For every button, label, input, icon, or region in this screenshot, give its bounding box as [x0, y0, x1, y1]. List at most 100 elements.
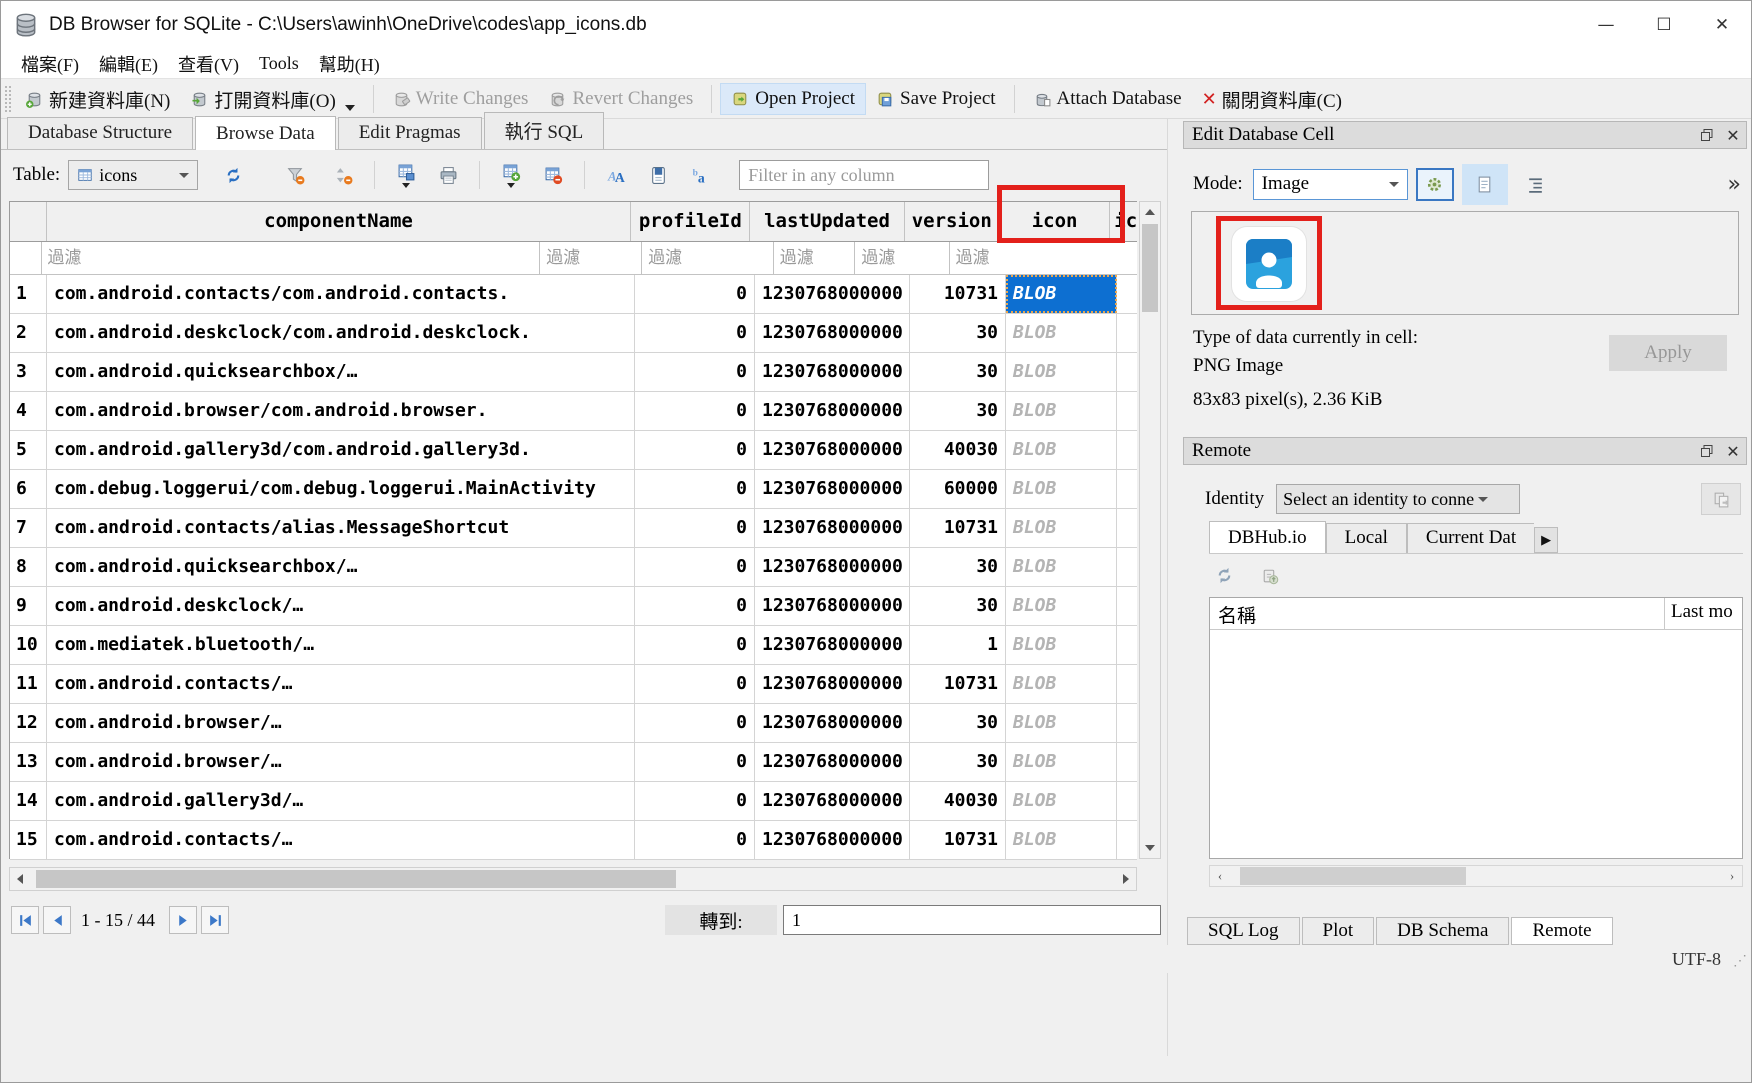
cell-componentname[interactable]: com.mediatek.bluetooth/… — [47, 626, 635, 664]
cell-profileid[interactable]: 0 — [635, 821, 755, 859]
cell-lastupdated[interactable]: 1230768000000 — [755, 665, 910, 703]
cell-lastupdated[interactable]: 1230768000000 — [755, 743, 910, 781]
remote-list-name-header[interactable]: 名稱 — [1210, 598, 1664, 629]
header-corner[interactable] — [10, 202, 47, 241]
cell-version[interactable]: 30 — [910, 548, 1006, 586]
cell-lastupdated[interactable]: 1230768000000 — [755, 509, 910, 547]
tab-execute-sql[interactable]: 執行 SQL — [484, 112, 605, 149]
row-number[interactable]: 14 — [10, 782, 47, 820]
last-page-button[interactable] — [201, 906, 229, 934]
vertical-scroll-thumb[interactable] — [1142, 224, 1158, 312]
filter-input-version[interactable] — [774, 242, 855, 274]
cell-componentname[interactable]: com.android.gallery3d/com.android.galler… — [47, 431, 635, 469]
cell-icon[interactable]: BLOB — [1006, 275, 1117, 313]
goto-page-input[interactable] — [783, 905, 1161, 935]
cell-componentname[interactable]: com.android.quicksearchbox/… — [47, 353, 635, 391]
filter-any-column-input[interactable] — [739, 160, 989, 190]
remote-file-list[interactable]: 名稱 Last mo — [1209, 597, 1743, 859]
cell-lastupdated[interactable]: 1230768000000 — [755, 431, 910, 469]
dock-tab-sql-log[interactable]: SQL Log — [1187, 917, 1300, 945]
resize-grip-icon[interactable]: ⋰ — [1733, 953, 1747, 970]
cell-version[interactable]: 30 — [910, 392, 1006, 430]
cell-version[interactable]: 10731 — [910, 509, 1006, 547]
row-number[interactable]: 7 — [10, 509, 47, 547]
row-number[interactable]: 11 — [10, 665, 47, 703]
mode-select[interactable]: Image — [1253, 169, 1408, 200]
cell-profileid[interactable]: 0 — [635, 743, 755, 781]
cell-lastupdated[interactable]: 1230768000000 — [755, 704, 910, 742]
cell-componentname[interactable]: com.android.deskclock/… — [47, 587, 635, 625]
cell-componentname[interactable]: com.android.contacts/com.android.contact… — [47, 275, 635, 313]
close-database-button[interactable]: ✕ 關閉資料庫(C) — [1192, 82, 1352, 117]
overflow-chevron-icon[interactable]: » — [1728, 172, 1741, 197]
header-icon[interactable]: icon — [1000, 202, 1110, 241]
case-button[interactable]: ba — [681, 158, 719, 192]
upload-database-icon[interactable] — [1260, 566, 1279, 585]
clone-database-button[interactable] — [1701, 483, 1741, 515]
new-database-button[interactable]: 新建資料庫(N) — [15, 82, 180, 117]
cell-lastupdated[interactable]: 1230768000000 — [755, 470, 910, 508]
cell-icon[interactable]: BLOB — [1006, 470, 1117, 508]
cell-componentname[interactable]: com.android.browser/com.android.browser. — [47, 392, 635, 430]
cell-lastupdated[interactable]: 1230768000000 — [755, 275, 910, 313]
cell-componentname[interactable]: com.android.gallery3d/… — [47, 782, 635, 820]
header-lastupdated[interactable]: lastUpdated — [750, 202, 904, 241]
cell-lastupdated[interactable]: 1230768000000 — [755, 782, 910, 820]
tab-scroll-right-button[interactable]: ▶ — [1534, 527, 1558, 553]
remote-list-modified-header[interactable]: Last mo — [1664, 598, 1742, 629]
cell-extra[interactable] — [1117, 743, 1137, 781]
cell-version[interactable]: 40030 — [910, 431, 1006, 469]
cell-componentname[interactable]: com.debug.loggerui/com.debug.loggerui.Ma… — [47, 470, 635, 508]
cell-profileid[interactable]: 0 — [635, 314, 755, 352]
cell-profileid[interactable]: 0 — [635, 275, 755, 313]
header-extra[interactable]: ic — [1110, 202, 1137, 241]
remote-horizontal-scrollbar[interactable]: ‹ › — [1209, 865, 1743, 887]
cell-extra[interactable] — [1117, 782, 1137, 820]
save-records-dropdown-arrow[interactable] — [402, 183, 410, 188]
cell-extra[interactable] — [1117, 275, 1137, 313]
cell-extra[interactable] — [1117, 704, 1137, 742]
write-changes-button[interactable]: Write Changes — [382, 84, 539, 114]
cell-lastupdated[interactable]: 1230768000000 — [755, 314, 910, 352]
save-records-button[interactable] — [387, 158, 425, 192]
table-row[interactable]: 14 com.android.gallery3d/… 0 12307680000… — [10, 782, 1137, 821]
cell-icon[interactable]: BLOB — [1006, 821, 1117, 859]
cell-version[interactable]: 10731 — [910, 821, 1006, 859]
goto-button[interactable]: 轉到: — [665, 905, 777, 935]
cell-profileid[interactable]: 0 — [635, 548, 755, 586]
open-project-button[interactable]: Open Project — [720, 83, 866, 115]
remote-refresh-icon[interactable] — [1215, 566, 1234, 585]
table-row[interactable]: 4 com.android.browser/com.android.browse… — [10, 392, 1137, 431]
cell-icon[interactable]: BLOB — [1006, 353, 1117, 391]
cell-lastupdated[interactable]: 1230768000000 — [755, 392, 910, 430]
scroll-right-button[interactable] — [1116, 869, 1136, 889]
table-row[interactable]: 1 com.android.contacts/com.android.conta… — [10, 275, 1137, 314]
cell-extra[interactable] — [1117, 509, 1137, 547]
header-version[interactable]: version — [905, 202, 1000, 241]
table-row[interactable]: 8 com.android.quicksearchbox/… 0 1230768… — [10, 548, 1137, 587]
encoding-status[interactable]: UTF-8 — [1672, 949, 1721, 970]
cell-extra[interactable] — [1117, 626, 1137, 664]
table-row[interactable]: 15 com.android.contacts/… 0 123076800000… — [10, 821, 1137, 860]
table-row[interactable]: 6 com.debug.loggerui/com.debug.loggerui.… — [10, 470, 1137, 509]
cell-extra[interactable] — [1117, 353, 1137, 391]
table-row[interactable]: 10 com.mediatek.bluetooth/… 0 1230768000… — [10, 626, 1137, 665]
toolbar-grip[interactable] — [5, 86, 11, 112]
table-row[interactable]: 2 com.android.deskclock/com.android.desk… — [10, 314, 1137, 353]
cell-version[interactable]: 60000 — [910, 470, 1006, 508]
cell-profileid[interactable]: 0 — [635, 782, 755, 820]
float-panel-icon[interactable] — [1694, 440, 1720, 462]
table-select[interactable]: icons — [68, 160, 198, 190]
cell-version[interactable]: 30 — [910, 587, 1006, 625]
dock-tab-plot[interactable]: Plot — [1302, 917, 1375, 945]
cell-icon[interactable]: BLOB — [1006, 314, 1117, 352]
cell-componentname[interactable]: com.android.contacts/alias.MessageShortc… — [47, 509, 635, 547]
scroll-right-button[interactable]: › — [1722, 866, 1742, 886]
cell-profileid[interactable]: 0 — [635, 665, 755, 703]
cell-version[interactable]: 30 — [910, 704, 1006, 742]
cell-lastupdated[interactable]: 1230768000000 — [755, 587, 910, 625]
cell-extra[interactable] — [1117, 431, 1137, 469]
insert-record-button[interactable] — [492, 158, 530, 192]
open-database-button[interactable]: 打開資料庫(O) — [180, 82, 364, 117]
cell-lastupdated[interactable]: 1230768000000 — [755, 548, 910, 586]
